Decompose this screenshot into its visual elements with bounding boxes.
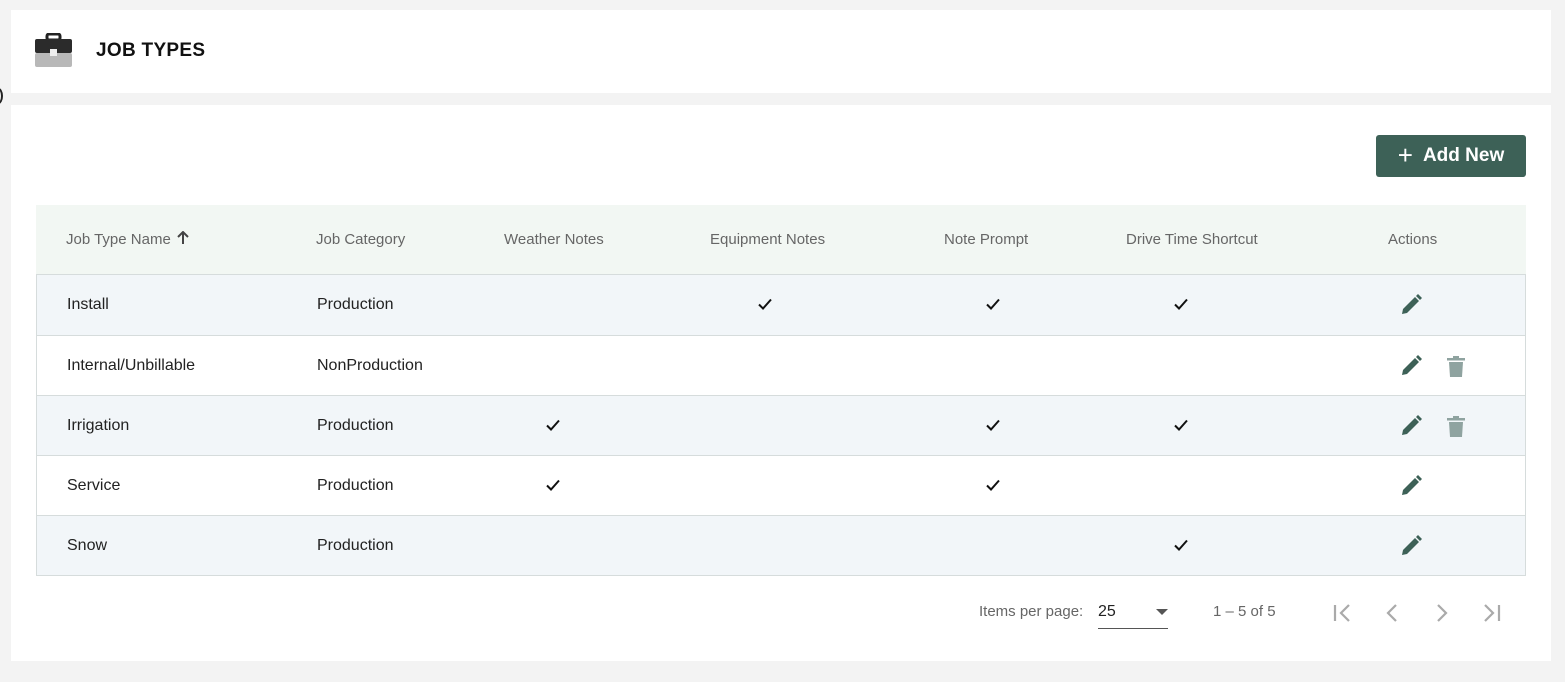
edit-pencil-icon[interactable] — [1399, 474, 1423, 498]
cell-job-type-name: Install — [67, 296, 109, 313]
table-row: Snow Production — [37, 515, 1525, 575]
range-label: 1 – 5 of 5 — [1213, 603, 1276, 620]
items-per-page-value: 25 — [1098, 603, 1116, 620]
table-row: Internal/Unbillable NonProduction — [37, 335, 1525, 395]
column-header-label: Job Type Name — [66, 231, 171, 248]
edit-pencil-icon[interactable] — [1399, 354, 1423, 378]
table-row: Service Production — [37, 455, 1525, 515]
next-page-icon[interactable] — [1428, 599, 1456, 627]
chevron-down-icon — [1156, 609, 1168, 615]
cell-job-category: Production — [317, 537, 394, 554]
delete-trash-icon[interactable] — [1444, 414, 1468, 438]
table-row: Irrigation Production — [37, 395, 1525, 455]
edge-fragment — [0, 88, 3, 104]
checkmark-icon — [986, 479, 1000, 491]
cell-job-type-name: Service — [67, 477, 121, 494]
cell-job-category: Production — [317, 477, 394, 494]
job-types-table: Job Type Name Job Category Weather Notes… — [36, 205, 1526, 576]
cell-job-category: NonProduction — [317, 357, 423, 374]
checkmark-icon — [986, 298, 1000, 310]
plus-icon: + — [1397, 140, 1413, 170]
column-header-prompt[interactable]: Note Prompt — [944, 205, 1028, 274]
column-header-weather[interactable]: Weather Notes — [504, 205, 604, 274]
briefcase-icon — [35, 33, 72, 67]
last-page-icon[interactable] — [1478, 599, 1506, 627]
table-row: Install Production — [37, 275, 1525, 335]
column-header-actions: Actions — [1388, 231, 1438, 248]
checkmark-icon — [546, 419, 560, 431]
table-header: Job Type Name Job Category Weather Notes… — [36, 205, 1526, 274]
cell-job-type-name: Internal/Unbillable — [67, 357, 196, 374]
cell-job-type-name: Irrigation — [67, 417, 130, 434]
checkmark-icon — [1174, 419, 1188, 431]
checkmark-icon — [1174, 539, 1188, 551]
main-panel: + Add New Job Type Name Job Category Wea… — [11, 105, 1551, 661]
cell-job-category: Production — [317, 417, 394, 434]
checkmark-icon — [986, 419, 1000, 431]
items-per-page-select[interactable]: 25 — [1098, 597, 1168, 629]
first-page-icon[interactable] — [1328, 599, 1356, 627]
table-body: Install Production Internal/Unbillable NonP… — [36, 274, 1526, 576]
column-header-drive[interactable]: Drive Time Shortcut — [1126, 205, 1258, 274]
add-new-button[interactable]: + Add New — [1376, 135, 1526, 177]
checkmark-icon — [546, 479, 560, 491]
delete-trash-icon[interactable] — [1444, 354, 1468, 378]
cell-job-category: Production — [317, 296, 394, 313]
checkmark-icon — [1174, 298, 1188, 310]
items-per-page-label: Items per page: — [979, 603, 1084, 620]
column-header-category[interactable]: Job Category — [316, 205, 405, 274]
edit-pencil-icon[interactable] — [1399, 534, 1423, 558]
add-new-label: Add New — [1422, 145, 1505, 166]
checkmark-icon — [758, 298, 772, 310]
edit-pencil-icon[interactable] — [1399, 414, 1423, 438]
previous-page-icon[interactable] — [1378, 599, 1406, 627]
cell-job-type-name: Snow — [67, 537, 108, 554]
paginator: Items per page: 25 1 – 5 of 5 — [11, 603, 1551, 629]
column-header-name[interactable]: Job Type Name — [66, 205, 189, 274]
edit-pencil-icon[interactable] — [1399, 293, 1423, 317]
sort-ascending-icon — [177, 231, 189, 245]
column-header-equipment[interactable]: Equipment Notes — [710, 205, 825, 274]
page-header: JOB TYPES — [11, 10, 1551, 93]
page-title: JOB TYPES — [96, 40, 206, 61]
